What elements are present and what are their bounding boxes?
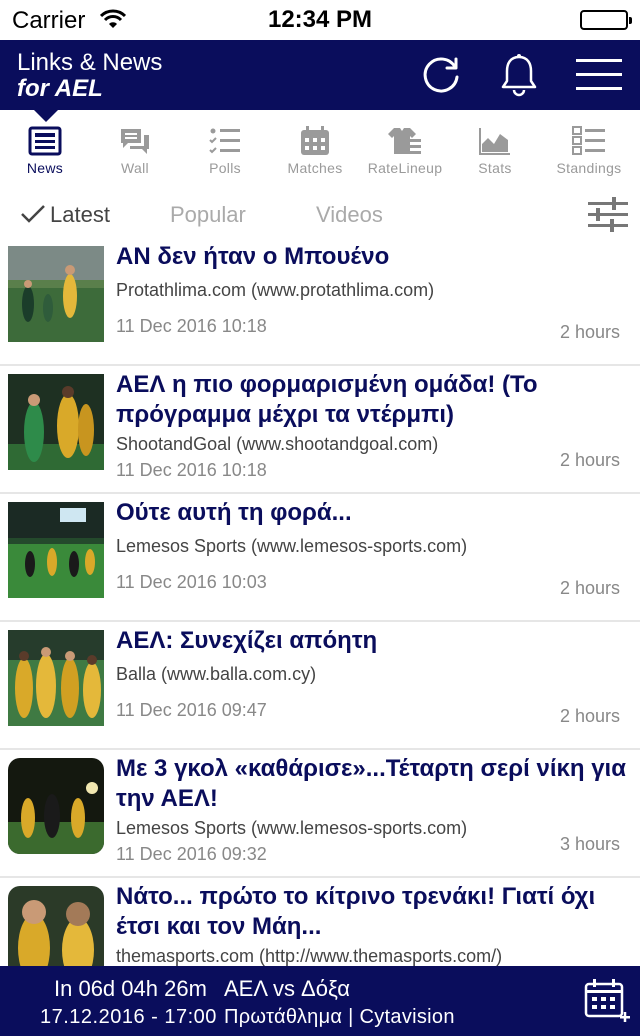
jersey-icon	[388, 128, 421, 154]
match-teams: ΑΕΛ vs Δόξα	[224, 976, 350, 1001]
filter-popular-label: Popular	[170, 202, 246, 227]
match-competition: Πρωτάθλημα | Cytavision	[224, 1006, 455, 1028]
news-source: Protathlima.com (www.protathlima.com)	[116, 280, 435, 300]
news-thumbnail	[8, 886, 104, 966]
filter-bar: Latest Popular Videos	[0, 192, 640, 238]
chat-bubbles-icon	[121, 129, 149, 154]
filter-settings-button[interactable]	[588, 196, 628, 239]
checkmark-icon	[21, 205, 45, 223]
news-age: 2 hours	[559, 578, 620, 598]
news-item[interactable]: Ούτε αυτή τη φορά... Lemesos Sports (www…	[0, 494, 640, 622]
tab-ratelineup[interactable]: RateLineup	[360, 122, 450, 184]
news-item[interactable]: ΑΝ δεν ήταν ο Μπουένο Protathlima.com (w…	[0, 238, 640, 366]
status-bar: Carrier 12:34 PM	[0, 0, 640, 40]
news-source: ShootandGoal (www.shootandgoal.com)	[116, 434, 439, 454]
menu-button[interactable]	[576, 52, 622, 98]
next-match-bar[interactable]: In 06d 04h 26m ΑΕΛ vs Δόξα 17.12.2016 - …	[0, 966, 640, 1036]
news-thumbnail	[8, 246, 104, 342]
filter-videos-label: Videos	[316, 202, 383, 227]
match-datetime: 17.12.2016 - 17:00	[40, 1006, 217, 1028]
filter-latest[interactable]: Latest	[20, 202, 110, 228]
calendar-icon	[301, 126, 329, 155]
bell-icon	[501, 54, 537, 97]
news-date: 11 Dec 2016 10:03	[116, 572, 267, 592]
tab-label: Matches	[287, 160, 343, 176]
news-item[interactable]: ΑΕΛ: Συνεχίζει απόητη Balla (www.balla.c…	[0, 622, 640, 750]
app-title-line2: for AEL	[17, 75, 103, 102]
news-item[interactable]: Με 3 γκολ «καθάρισε»...Τέταρτη σερί νίκη…	[0, 750, 640, 878]
news-source: Lemesos Sports (www.lemesos-sports.com)	[116, 536, 468, 556]
news-thumbnail	[8, 630, 104, 726]
news-thumbnail	[8, 758, 104, 854]
news-list: ΑΝ δεν ήταν ο Μπουένο Protathlima.com (w…	[0, 238, 640, 966]
news-title: Ούτε αυτή τη φορά...	[116, 499, 352, 526]
active-tab-pointer	[32, 108, 60, 122]
match-countdown: In 06d 04h 26m	[54, 976, 207, 1001]
tab-polls[interactable]: Polls	[180, 122, 270, 184]
tab-standings[interactable]: Standings	[544, 122, 634, 184]
tab-stats[interactable]: Stats	[450, 122, 540, 184]
news-age: 2 hours	[559, 706, 620, 726]
news-date: 11 Dec 2016 09:32	[116, 844, 267, 864]
news-date: 11 Dec 2016 09:47	[116, 700, 267, 720]
tab-label: Standings	[556, 160, 622, 176]
news-age: 2 hours	[559, 450, 620, 470]
news-item[interactable]: ΑΕΛ η πιο φορμαρισμένη ομάδα! (Το πρόγρα…	[0, 366, 640, 494]
news-title: Με 3 γκολ «καθάρισε»...Τέταρτη σερί νίκη…	[116, 755, 626, 812]
newspaper-icon	[28, 126, 62, 156]
calendar-add-icon	[584, 979, 630, 1022]
filter-latest-label: Latest	[50, 202, 110, 227]
tab-label: RateLineup	[367, 160, 443, 176]
clock: 12:34 PM	[267, 6, 373, 33]
header-bar: Links & News for AEL	[0, 40, 640, 110]
tab-bar: News Wall Polls Matches RateLineup Stats…	[0, 122, 640, 184]
news-title: ΑΝ δεν ήταν ο Μπουένο	[116, 243, 390, 270]
filter-videos[interactable]: Videos	[316, 202, 383, 228]
sliders-icon	[588, 197, 628, 232]
checklist-icon	[209, 128, 240, 154]
news-source: Balla (www.balla.com.cy)	[116, 664, 317, 684]
news-title: ΑΕΛ η πιο φορμαρισμένη ομάδα! (Το πρόγρα…	[116, 371, 538, 428]
news-thumbnail	[8, 374, 104, 470]
tab-wall[interactable]: Wall	[90, 122, 180, 184]
news-source: Lemesos Sports (www.lemesos-sports.com)	[116, 818, 468, 838]
tab-label: Wall	[121, 160, 149, 176]
refresh-button[interactable]	[418, 52, 464, 98]
notifications-button[interactable]	[496, 52, 542, 98]
battery-icon	[580, 10, 632, 30]
filter-popular[interactable]: Popular	[170, 202, 246, 228]
refresh-icon	[423, 57, 459, 93]
numbered-list-icon	[572, 126, 605, 155]
news-item[interactable]: Νάτο... πρώτο το κίτρινο τρενάκι! Γιατί …	[0, 878, 640, 966]
app-title-line1: Links & News	[17, 49, 163, 76]
add-to-calendar-button[interactable]	[584, 978, 630, 1029]
tab-label: Polls	[209, 160, 241, 176]
news-age: 3 hours	[559, 834, 620, 854]
news-thumbnail	[8, 502, 104, 598]
tab-label: News	[26, 160, 64, 176]
news-date: 11 Dec 2016 10:18	[116, 316, 267, 336]
news-age: 2 hours	[559, 322, 620, 342]
tab-matches[interactable]: Matches	[270, 122, 360, 184]
news-source: themasports.com (http://www.themasports.…	[116, 946, 503, 966]
tab-news[interactable]: News	[0, 122, 90, 184]
area-chart-icon	[479, 128, 510, 155]
tab-label: Stats	[478, 160, 512, 176]
news-title: Νάτο... πρώτο το κίτρινο τρενάκι! Γιατί …	[116, 883, 596, 940]
news-date: 11 Dec 2016 10:18	[116, 460, 267, 480]
news-title: ΑΕΛ: Συνεχίζει απόητη	[116, 627, 378, 654]
hamburger-menu-icon	[576, 59, 622, 90]
